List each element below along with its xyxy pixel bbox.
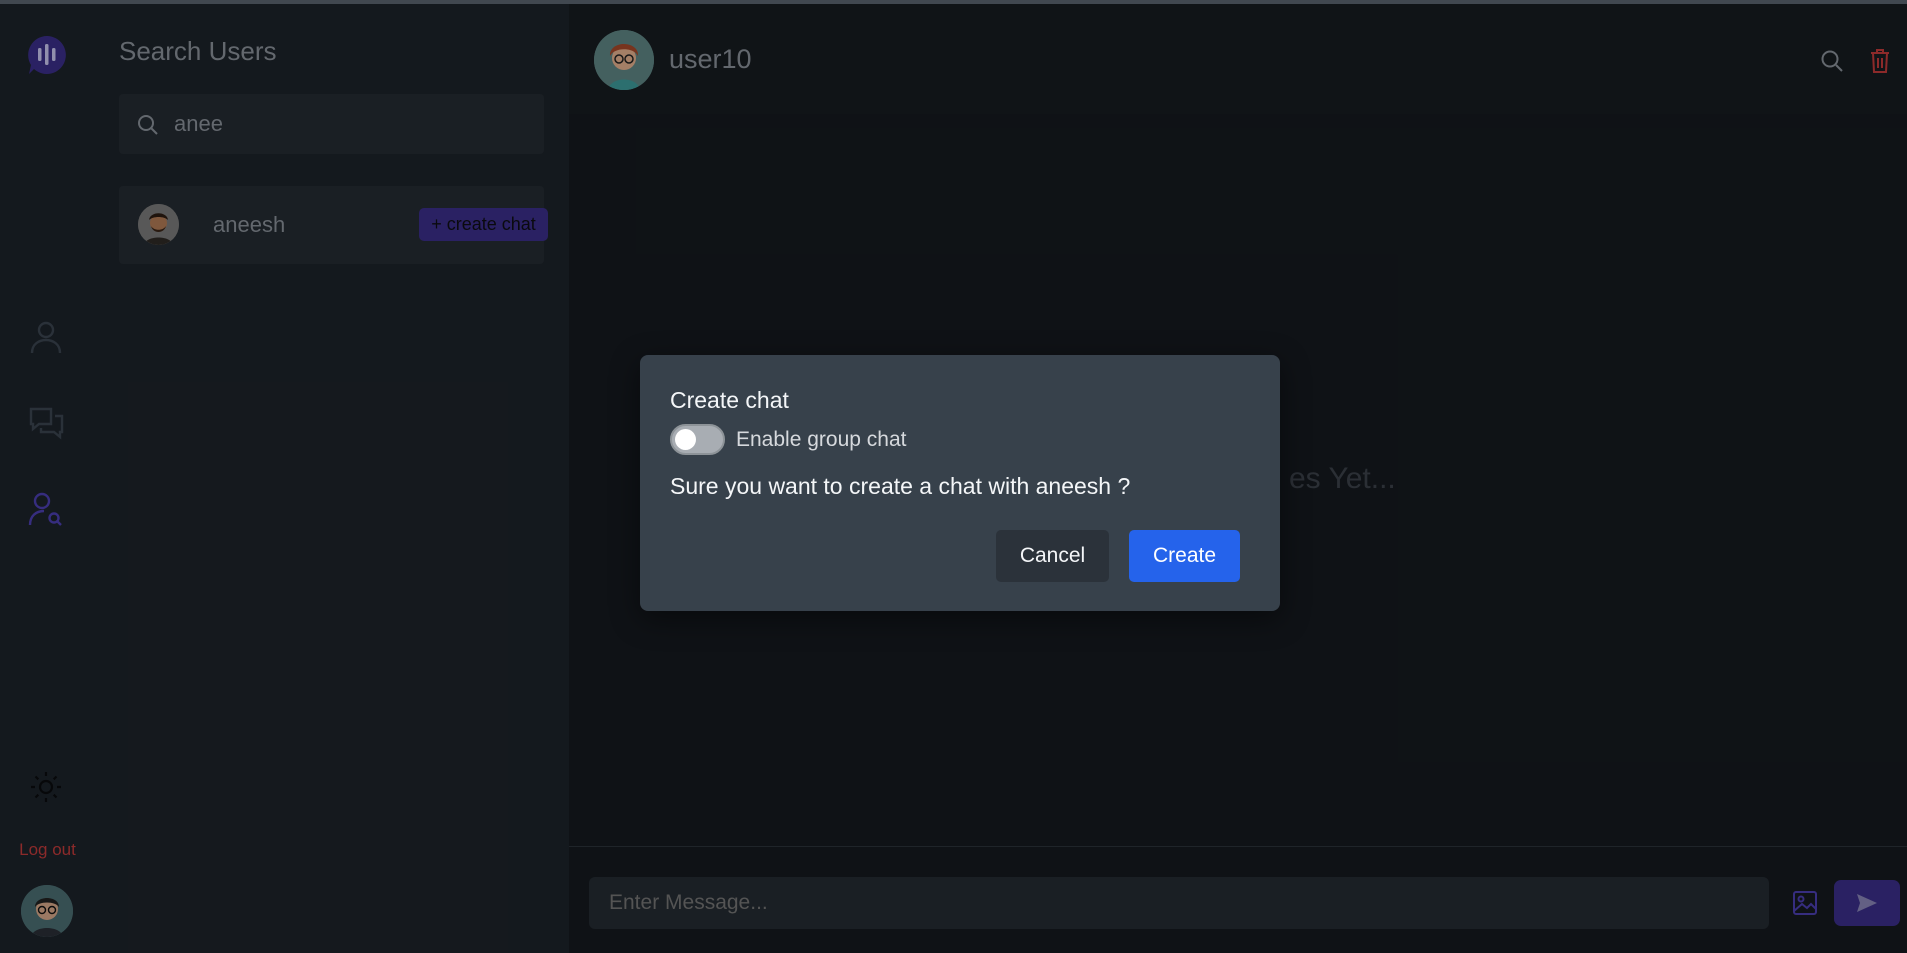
app-root: Log out Search Users anee aneesh + creat…: [0, 0, 1907, 953]
modal-title: Create chat: [670, 387, 789, 413]
cancel-button[interactable]: Cancel: [996, 530, 1109, 582]
toggle-knob: [675, 429, 696, 450]
create-button[interactable]: Create: [1129, 530, 1240, 582]
create-chat-modal: Create chat Enable group chat Sure you w…: [640, 355, 1280, 611]
confirm-question: Sure you want to create a chat with anee…: [670, 473, 1131, 499]
group-chat-toggle[interactable]: [670, 424, 725, 455]
group-chat-toggle-label: Enable group chat: [736, 428, 907, 451]
